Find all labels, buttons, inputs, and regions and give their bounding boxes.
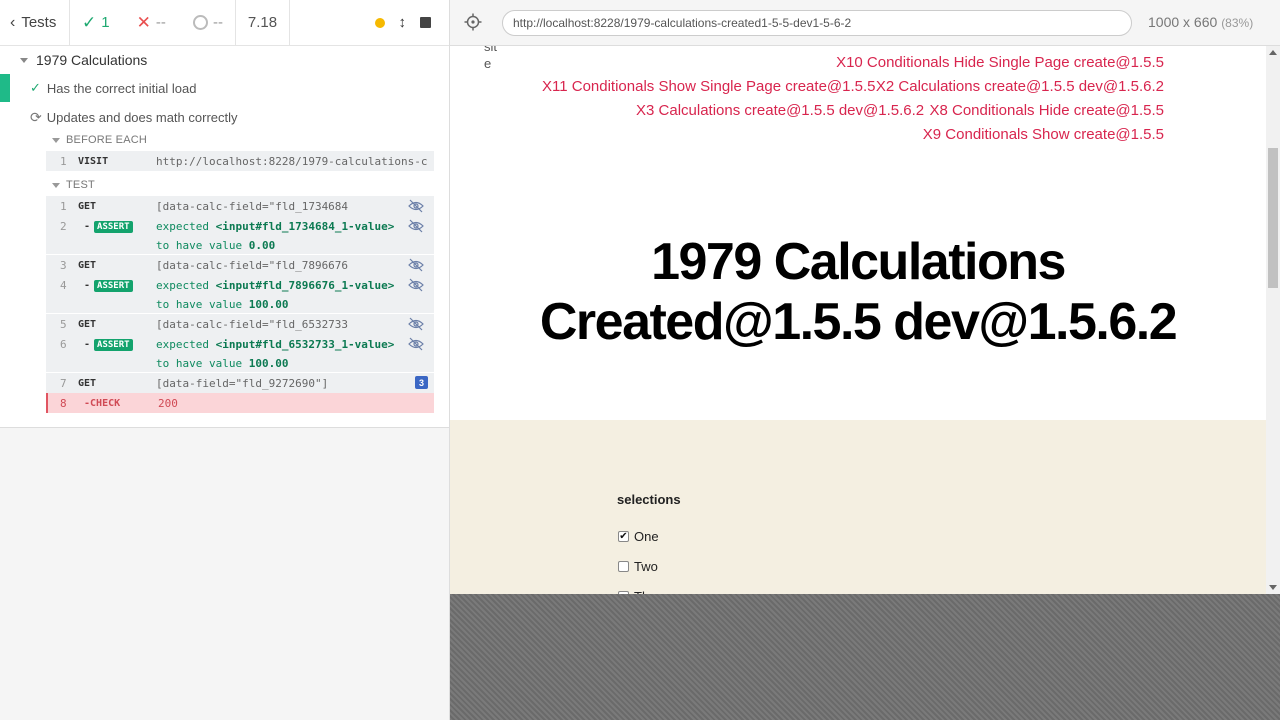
checkbox-two[interactable]: Two <box>618 559 658 574</box>
element-count-badge: 3 <box>415 376 428 389</box>
link-x8[interactable]: X8 Conditionals Hide create@1.5.5 <box>929 102 1164 119</box>
circle-icon <box>193 15 208 30</box>
command-row-failed[interactable]: 8 -CHECK 200 <box>46 393 434 413</box>
passed-stat: ✓ 1 <box>82 13 110 33</box>
link-x2[interactable]: X2 Calculations create@1.5.5 dev@1.5.6.2 <box>876 78 1164 95</box>
eye-slash-icon[interactable] <box>408 278 424 292</box>
command-row[interactable]: 7 GET [data-field="fld_9272690"] 3 <box>46 373 434 393</box>
failed-count: -- <box>155 14 166 31</box>
url-bar: http://localhost:8228/1979-calculations-… <box>450 0 1280 46</box>
app-iframe: sit e X10 Conditionals Hide Single Page … <box>450 46 1280 594</box>
test-title: Has the correct initial load <box>46 80 197 96</box>
command-row[interactable]: 1 GET [data-calc-field="fld_1734684 <box>46 196 434 216</box>
url-field[interactable]: http://localhost:8228/1979-calculations-… <box>502 10 1132 36</box>
suite-title: 1979 Calculations <box>36 52 148 68</box>
assert-badge: ASSERT <box>94 338 133 351</box>
cut-off-links <box>812 46 1142 48</box>
crosshair-icon[interactable] <box>464 13 482 31</box>
command-row[interactable]: 5 GET [data-calc-field="fld_6532733 <box>46 314 434 334</box>
command-row-continued: to have value 100.00 <box>156 356 289 370</box>
test-row-running[interactable]: ⟳ Updates and does math correctly <box>0 103 449 131</box>
form-area: selections ✔ One Two Th <box>450 420 1266 594</box>
checkbox-one[interactable]: ✔ One <box>618 529 659 544</box>
page-title-line-1: 1979 Calculations <box>651 233 1066 291</box>
selections-label: selections <box>617 492 681 507</box>
test-title: Updates and does math correctly <box>46 109 238 125</box>
tests-label: Tests <box>21 14 57 31</box>
eye-slash-icon[interactable] <box>408 258 424 272</box>
test-commands: 1 GET [data-calc-field="fld_1734684 2 -A… <box>46 196 434 413</box>
run-controls: ↕ <box>290 0 449 46</box>
pass-bar <box>0 74 10 102</box>
scrollbar[interactable] <box>1266 46 1280 594</box>
test-row-passed[interactable]: ✓ Has the correct initial load <box>0 74 449 102</box>
link-x10[interactable]: X10 Conditionals Hide Single Page create… <box>836 54 1164 71</box>
command-row[interactable]: 4 - ASSERT expected <input#fld_7896676_1-… <box>46 275 434 295</box>
stop-button[interactable] <box>420 17 431 28</box>
test-stats: ✓ 1 ✕ -- -- <box>70 0 236 46</box>
pending-count: -- <box>213 14 223 31</box>
command-row-continued: to have value 0.00 <box>156 238 276 252</box>
pending-stat: -- <box>193 14 223 31</box>
sidebar-fragment: sit e <box>484 46 497 71</box>
check-icon: ✓ <box>30 80 41 95</box>
reporter-panel: ‹ Tests ✓ 1 ✕ -- -- 7.18 ↕ 1979 Calculat… <box>0 0 450 720</box>
running-indicator-icon <box>374 17 385 28</box>
command-row[interactable]: 3 GET [data-calc-field="fld_7896676 <box>46 255 434 275</box>
x-icon: ✕ <box>136 12 151 32</box>
checkmark-icon: ✓ <box>82 12 97 32</box>
eye-slash-icon[interactable] <box>408 219 424 233</box>
checkbox-icon[interactable] <box>618 591 629 594</box>
assert-badge: ASSERT <box>94 220 133 233</box>
assert-badge: ASSERT <box>94 279 133 292</box>
command-row-continued: to have value 100.00 <box>156 297 289 311</box>
collapse-triangle-icon <box>52 182 60 188</box>
link-x3[interactable]: X3 Calculations create@1.5.5 dev@1.5.6.2 <box>636 102 924 119</box>
viewport-scale: (83%) <box>1221 16 1254 30</box>
link-x9[interactable]: X9 Conditionals Show create@1.5.5 <box>923 126 1164 143</box>
scroll-up-icon[interactable] <box>1269 50 1277 55</box>
checkbox-icon[interactable] <box>618 561 629 572</box>
test-header[interactable]: TEST <box>52 179 95 191</box>
passed-count: 1 <box>101 14 110 31</box>
eye-slash-icon[interactable] <box>408 317 424 331</box>
link-x11[interactable]: X11 Conditionals Show Single Page create… <box>542 78 876 95</box>
scrollbar-thumb[interactable] <box>1268 148 1278 288</box>
reporter-body: 1979 Calculations ✓ Has the correct init… <box>0 46 449 428</box>
collapse-triangle-icon <box>52 137 60 143</box>
viewport-size: 1000 x 660 (83%) <box>1148 14 1254 30</box>
checkbox-checked-icon[interactable]: ✔ <box>618 531 629 542</box>
refresh-icon: ⟳ <box>30 108 42 125</box>
page-title-line-2: Created@1.5.5 dev@1.5.6.2 <box>539 293 1178 351</box>
before-each-header[interactable]: BEFORE EACH <box>52 134 147 146</box>
scroll-down-icon[interactable] <box>1269 585 1277 590</box>
eye-slash-icon[interactable] <box>408 337 424 351</box>
command-row[interactable]: 1 VISIT http://localhost:8228/1979-calcu… <box>46 151 434 171</box>
command-row[interactable]: 6 - ASSERT expected <input#fld_6532733_1-… <box>46 334 434 354</box>
checkbox-three[interactable]: Th <box>618 589 649 594</box>
app-under-test-panel: http://localhost:8228/1979-calculations-… <box>450 0 1280 720</box>
command-row[interactable]: 2 - ASSERT expected <input#fld_1734684_1-… <box>46 216 434 236</box>
tests-back-button[interactable]: ‹ Tests <box>0 0 70 46</box>
eye-slash-icon[interactable] <box>408 199 424 213</box>
before-each-commands: 1 VISIT http://localhost:8228/1979-calcu… <box>46 151 434 171</box>
reporter-header: ‹ Tests ✓ 1 ✕ -- -- 7.18 ↕ <box>0 0 449 46</box>
resize-arrows-icon[interactable]: ↕ <box>399 14 407 31</box>
suite-row[interactable]: 1979 Calculations <box>0 46 449 74</box>
chevron-left-icon: ‹ <box>10 13 16 31</box>
duration: 7.18 <box>236 0 290 46</box>
collapse-triangle-icon <box>20 57 28 63</box>
failed-stat: ✕ -- <box>137 13 166 33</box>
